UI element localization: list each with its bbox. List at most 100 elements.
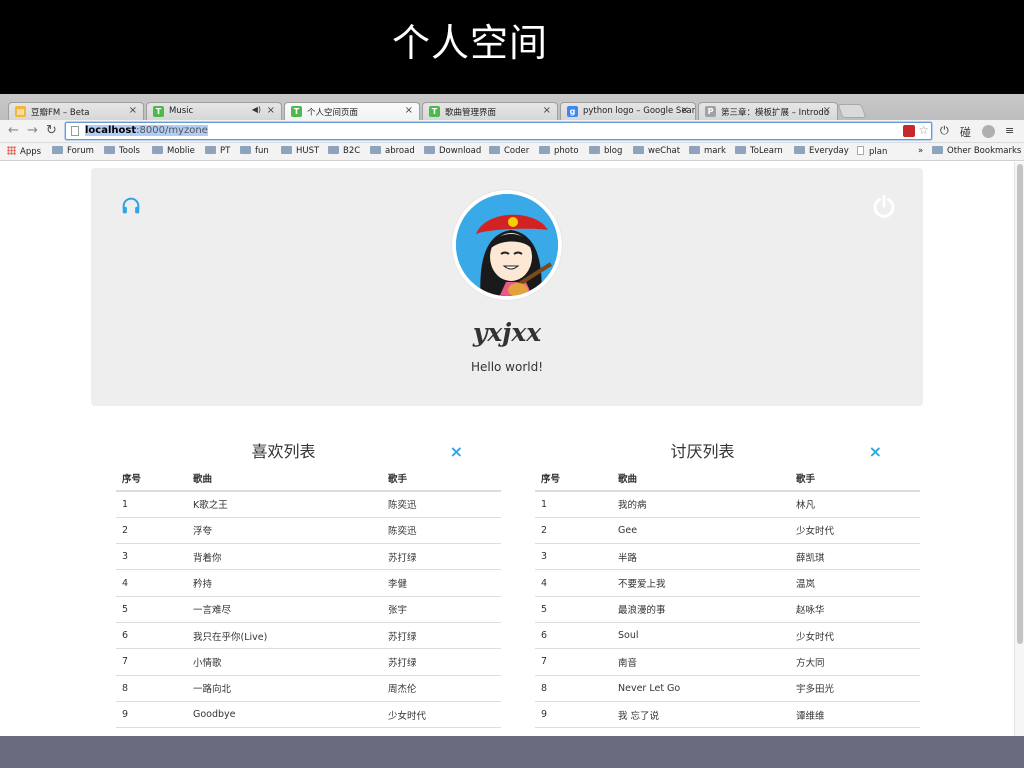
- power-icon[interactable]: [871, 193, 897, 219]
- folder-icon: [589, 146, 600, 154]
- power-icon[interactable]: ⏻: [940, 124, 949, 138]
- song-title: K歌之王: [187, 491, 382, 518]
- bookmark-tools[interactable]: Tools: [104, 146, 140, 156]
- table-row[interactable]: 9 Goodbye 少女时代: [116, 701, 501, 729]
- bookmark-photo[interactable]: photo: [539, 146, 579, 156]
- song-title: Soul: [612, 622, 790, 650]
- bookmark-tolearn[interactable]: ToLearn: [735, 146, 783, 156]
- reload-icon[interactable]: ↻: [46, 123, 57, 138]
- close-tab-icon[interactable]: ×: [543, 105, 551, 116]
- artist: 赵咏华: [790, 596, 920, 623]
- table-row[interactable]: 2 Gee 少女时代: [535, 517, 920, 545]
- bookmark-blog[interactable]: blog: [589, 146, 622, 156]
- tab-music[interactable]: T Music ◀) ×: [146, 102, 282, 120]
- flash-icon[interactable]: [903, 125, 915, 137]
- table-row[interactable]: 1 我的病 林凡: [535, 491, 920, 518]
- bookmark-apps[interactable]: Apps: [7, 146, 41, 157]
- tab-myzone[interactable]: T 个人空间页面 ×: [284, 102, 420, 121]
- song-title: Never Let Go: [612, 675, 790, 702]
- table-row[interactable]: 5 最浪漫的事 赵咏华: [535, 596, 920, 623]
- bookmark-moblie[interactable]: Moblie: [152, 146, 195, 156]
- vimium-icon[interactable]: [982, 125, 995, 138]
- site-favicon-icon: T: [291, 106, 302, 117]
- table-row[interactable]: 2 浮夸 陈奕迅: [116, 517, 501, 545]
- vertical-scrollbar[interactable]: [1014, 162, 1024, 736]
- bookmark-everyday[interactable]: Everyday: [794, 146, 849, 156]
- tab-label: 歌曲管理界面: [445, 108, 497, 118]
- tab-song-manage[interactable]: T 歌曲管理界面 ×: [422, 102, 558, 120]
- tab-google[interactable]: g python logo – Google Sear ×: [560, 102, 696, 120]
- table-row[interactable]: 6 我只在乎你(Live) 苏打绿: [116, 622, 501, 650]
- song-title: 我只在乎你(Live): [187, 622, 382, 650]
- bookmark-forum[interactable]: Forum: [52, 146, 94, 156]
- extension-icon[interactable]: 碰: [960, 124, 971, 140]
- bookmark-wechat[interactable]: weChat: [633, 146, 680, 156]
- row-index: 6: [535, 622, 612, 650]
- new-tab-button[interactable]: [837, 104, 867, 118]
- bookmark-plan[interactable]: plan: [857, 146, 887, 157]
- bookmark-other[interactable]: Other Bookmarks: [932, 146, 1021, 156]
- bookmark-mark[interactable]: mark: [689, 146, 726, 156]
- bookmark-pt[interactable]: PT: [205, 146, 230, 156]
- tab-label: 豆瓣FM – Beta: [31, 108, 90, 118]
- close-tab-icon[interactable]: ×: [405, 105, 413, 116]
- slide-header: 个人空间: [0, 0, 1024, 94]
- artist: 少女时代: [382, 701, 501, 729]
- star-icon[interactable]: ☆: [918, 123, 929, 137]
- row-index: 7: [535, 648, 612, 676]
- bookmark-coder[interactable]: Coder: [489, 146, 529, 156]
- bookmark-hust[interactable]: HUST: [281, 146, 319, 156]
- column-header: 歌手: [790, 465, 920, 492]
- artist: 薛凯琪: [790, 543, 920, 571]
- close-tab-icon[interactable]: ×: [267, 105, 275, 116]
- table-row[interactable]: 9我 忘了说 谭维维: [535, 701, 920, 729]
- scrollbar-thumb[interactable]: [1017, 164, 1023, 644]
- song-title: 一言难尽: [187, 596, 382, 623]
- table-row[interactable]: 8 Never Let Go 宇多田光: [535, 675, 920, 702]
- tab-label: 第三章：模板扩展 – Introdu: [721, 108, 830, 118]
- page-favicon-icon: P: [705, 106, 716, 117]
- table-row[interactable]: 4 不要爱上我 温岚: [535, 569, 920, 597]
- artist: 张宇: [382, 596, 501, 623]
- disliked-table: 序号 歌曲 歌手 1 我的病 林凡 2 Gee 少女时代 3 半路 薛凯琪 4 不要爱上我 温岚…: [535, 465, 920, 729]
- menu-icon[interactable]: ≡: [1005, 124, 1014, 137]
- table-row[interactable]: 5 一言难尽 张宇: [116, 596, 501, 623]
- bookmark-download[interactable]: Download: [424, 146, 481, 156]
- table-row[interactable]: 4 矜持 李健: [116, 569, 501, 597]
- row-index: 8: [535, 675, 612, 702]
- close-tab-icon[interactable]: ×: [823, 105, 831, 116]
- close-tab-icon[interactable]: ×: [681, 105, 689, 116]
- tab-django-book[interactable]: P 第三章：模板扩展 – Introdu ×: [698, 102, 838, 120]
- back-icon[interactable]: ←: [8, 123, 19, 138]
- headphones-icon[interactable]: [120, 195, 142, 217]
- table-row[interactable]: 1 K歌之王 陈奕迅: [116, 491, 501, 518]
- column-header: 序号: [116, 465, 187, 492]
- table-row[interactable]: 7 南音 方大同: [535, 648, 920, 676]
- bookmark-abroad[interactable]: abroad: [370, 146, 415, 156]
- douban-favicon-icon: ▤: [15, 106, 26, 117]
- table-row[interactable]: 3 半路 薛凯琪: [535, 543, 920, 571]
- folder-icon: [424, 146, 435, 154]
- close-tab-icon[interactable]: ×: [129, 105, 137, 116]
- tab-douban[interactable]: ▤ 豆瓣FM – Beta ×: [8, 102, 144, 120]
- row-index: 8: [116, 675, 187, 702]
- address-bar[interactable]: localhost:8000/myzone ☆: [65, 122, 932, 140]
- forward-icon[interactable]: →: [27, 123, 38, 138]
- table-row[interactable]: 6 Soul 少女时代: [535, 622, 920, 650]
- artist: 李健: [382, 569, 501, 597]
- close-icon[interactable]: ×: [450, 442, 463, 461]
- tab-label: python logo – Google Sear: [583, 106, 696, 116]
- bookmark-fun[interactable]: fun: [240, 146, 269, 156]
- table-row[interactable]: 7 小情歌 苏打绿: [116, 648, 501, 676]
- bookmark-b2c[interactable]: B2C: [328, 146, 360, 156]
- close-icon[interactable]: ×: [869, 442, 882, 461]
- table-row[interactable]: 8 一路向北 周杰伦: [116, 675, 501, 702]
- folder-icon: [539, 146, 550, 154]
- row-index: 5: [116, 596, 187, 623]
- table-row[interactable]: 3 背着你 苏打绿: [116, 543, 501, 571]
- bookmarks-overflow-button[interactable]: »: [918, 146, 923, 156]
- artist: 陈奕迅: [382, 491, 501, 518]
- tab-strip: ▤ 豆瓣FM – Beta × T Music ◀) × T 个人空间页面 × …: [0, 94, 1024, 121]
- table-header-row: 序号 歌曲 歌手: [535, 465, 920, 492]
- tagline: Hello world!: [470, 360, 544, 374]
